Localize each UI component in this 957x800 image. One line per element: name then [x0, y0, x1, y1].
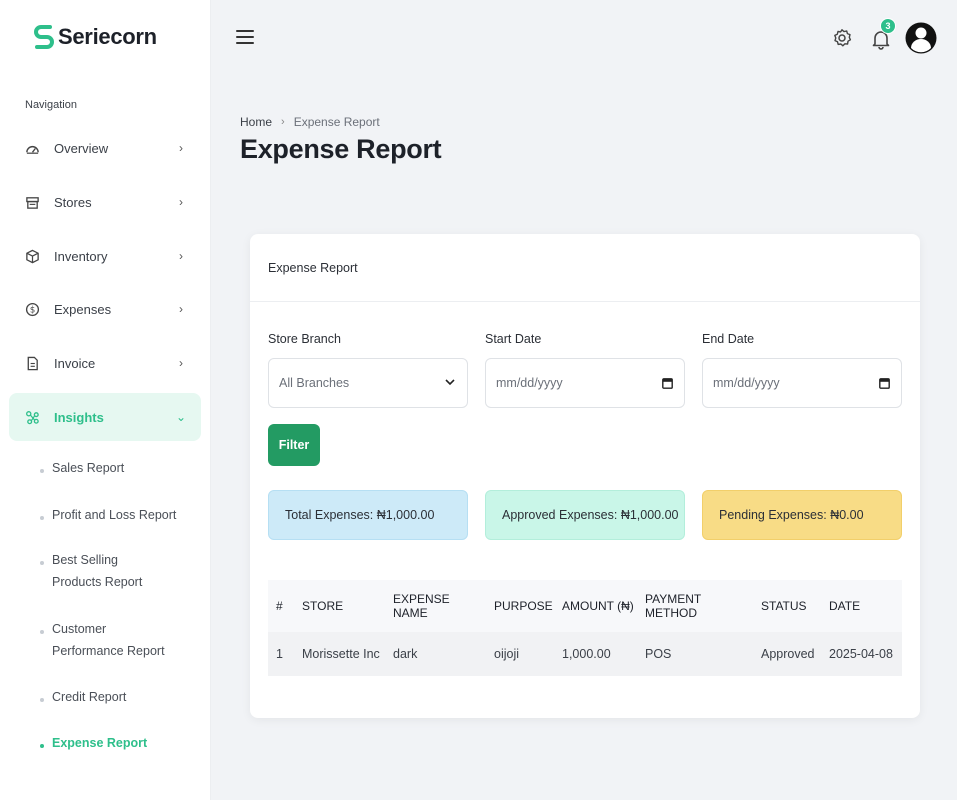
table-row[interactable]: 1 Morissette Inc dark oijoji 1,000.00 PO…: [268, 632, 902, 676]
bullet-icon: [40, 744, 44, 748]
sidebar: Seriecorn Navigation Overview › Stores ›…: [0, 0, 211, 800]
cell-amount: 1,000.00: [562, 647, 611, 661]
seriecorn-logo-icon: [34, 25, 54, 49]
sidebar-subitem-best-selling-report[interactable]: Best Selling Products Report: [40, 553, 170, 593]
sidebar-subitem-label: Expense Report: [52, 736, 148, 750]
total-expenses-stat: Total Expenses: ₦1,000.00: [268, 490, 468, 540]
user-avatar-icon[interactable]: [905, 18, 937, 58]
document-icon: [24, 355, 40, 371]
page-title: Expense Report: [240, 134, 442, 164]
sidebar-item-label: Overview: [54, 140, 109, 156]
column-header-status[interactable]: STATUS: [753, 580, 821, 632]
bullet-icon: [40, 469, 44, 473]
dashboard-icon: [24, 140, 40, 156]
sidebar-item-label: Expenses: [54, 301, 112, 317]
chevron-right-icon: ›: [179, 141, 183, 155]
column-header-date[interactable]: DATE: [821, 580, 902, 632]
breadcrumb-home-link[interactable]: Home: [240, 115, 272, 129]
approved-expenses-stat: Approved Expenses: ₦1,000.00: [485, 490, 685, 540]
sidebar-item-stores[interactable]: Stores ›: [9, 178, 201, 226]
cell-payment-method: POS: [645, 647, 672, 661]
sidebar-item-expenses[interactable]: $ Expenses ›: [9, 285, 201, 333]
brand-name: Seriecorn: [58, 24, 157, 49]
chevron-down-icon: ⌄: [175, 410, 187, 424]
sidebar-subitem-label: Profit and Loss Report: [52, 508, 177, 522]
sidebar-subitem-customer-performance-report[interactable]: Customer Performance Report: [40, 622, 180, 662]
nav-heading: Navigation: [25, 99, 77, 111]
column-header-purpose[interactable]: PURPOSE: [486, 580, 554, 632]
column-header-amount[interactable]: AMOUNT (₦): [554, 580, 637, 632]
box-icon: [24, 248, 40, 264]
card-header: Expense Report: [250, 234, 920, 302]
end-date-placeholder: mm/dd/yyyy: [713, 376, 780, 390]
sidebar-subitem-expense-report[interactable]: Expense Report: [40, 736, 190, 754]
start-date-input[interactable]: mm/dd/yyyy: [485, 358, 685, 408]
calendar-icon[interactable]: [662, 377, 673, 389]
cell-store: Morissette Inc: [302, 647, 380, 661]
sidebar-item-overview[interactable]: Overview ›: [9, 124, 201, 172]
cell-purpose: oijoji: [494, 647, 520, 661]
chevron-down-icon: [445, 379, 455, 386]
sidebar-item-label: Invoice: [54, 355, 96, 371]
sidebar-subitem-label: Sales Report: [52, 461, 125, 475]
notification-badge: 3: [880, 18, 896, 34]
pending-expenses-stat: Pending Expenses: ₦0.00: [702, 490, 902, 540]
breadcrumb: Home › Expense Report: [240, 115, 380, 129]
chevron-right-icon: ›: [179, 356, 183, 370]
sidebar-item-inventory[interactable]: Inventory ›: [9, 232, 201, 280]
column-header-number[interactable]: #: [268, 580, 294, 632]
cell-number: 1: [276, 647, 283, 661]
end-date-input[interactable]: mm/dd/yyyy: [702, 358, 902, 408]
end-date-label: End Date: [702, 332, 755, 346]
expense-report-card: Expense Report Store Branch All Branches…: [250, 234, 920, 718]
svg-text:$: $: [29, 304, 34, 314]
column-header-payment-method[interactable]: PAYMENT METHOD: [637, 580, 753, 632]
store-branch-select[interactable]: All Branches: [268, 358, 468, 408]
start-date-placeholder: mm/dd/yyyy: [496, 376, 563, 390]
sidebar-subitem-sales-report[interactable]: Sales Report: [40, 461, 190, 479]
sidebar-subitem-label: Credit Report: [52, 690, 127, 704]
cell-status: Approved: [761, 647, 815, 661]
chevron-right-icon: ›: [179, 249, 183, 263]
card-title: Expense Report: [268, 261, 358, 275]
chevron-right-icon: ›: [179, 302, 183, 316]
start-date-label: Start Date: [485, 332, 542, 346]
sidebar-item-label: Stores: [54, 194, 92, 210]
sidebar-subitem-label: Best Selling Products Report: [52, 553, 143, 589]
sidebar-subitem-profit-loss-report[interactable]: Profit and Loss Report: [40, 508, 190, 526]
dollar-icon: $: [24, 301, 40, 317]
cell-date: 2025-04-08: [829, 647, 893, 661]
column-header-expense-name[interactable]: EXPENSE NAME: [385, 580, 486, 632]
nodes-icon: [24, 409, 40, 425]
bullet-icon: [40, 698, 44, 702]
breadcrumb-current: Expense Report: [293, 115, 380, 129]
breadcrumb-separator-icon: ›: [281, 116, 285, 128]
hamburger-menu-icon[interactable]: [236, 30, 254, 48]
sidebar-item-label: Insights: [54, 409, 104, 425]
store-icon: [24, 194, 40, 210]
expense-table: # STORE EXPENSE NAME PURPOSE AMOUNT (₦) …: [268, 580, 902, 676]
table-header-row: # STORE EXPENSE NAME PURPOSE AMOUNT (₦) …: [268, 580, 902, 632]
sidebar-subitem-credit-report[interactable]: Credit Report: [40, 690, 190, 708]
calendar-icon[interactable]: [879, 377, 890, 389]
sidebar-item-insights[interactable]: Insights ⌄: [9, 393, 201, 441]
filter-button[interactable]: Filter: [268, 424, 320, 466]
bullet-icon: [40, 516, 44, 520]
chevron-right-icon: ›: [179, 195, 183, 209]
bullet-icon: [40, 561, 44, 565]
bullet-icon: [40, 630, 44, 634]
cell-expense-name: dark: [393, 647, 418, 661]
brand-logo[interactable]: Seriecorn: [33, 22, 157, 52]
sidebar-item-invoice[interactable]: Invoice ›: [9, 339, 201, 387]
gear-icon[interactable]: [832, 28, 852, 48]
store-branch-label: Store Branch: [268, 332, 341, 346]
sidebar-item-label: Inventory: [54, 248, 108, 264]
column-header-store[interactable]: STORE: [294, 580, 385, 632]
sidebar-subitem-label: Customer Performance Report: [52, 622, 165, 658]
store-branch-value: All Branches: [279, 376, 350, 390]
